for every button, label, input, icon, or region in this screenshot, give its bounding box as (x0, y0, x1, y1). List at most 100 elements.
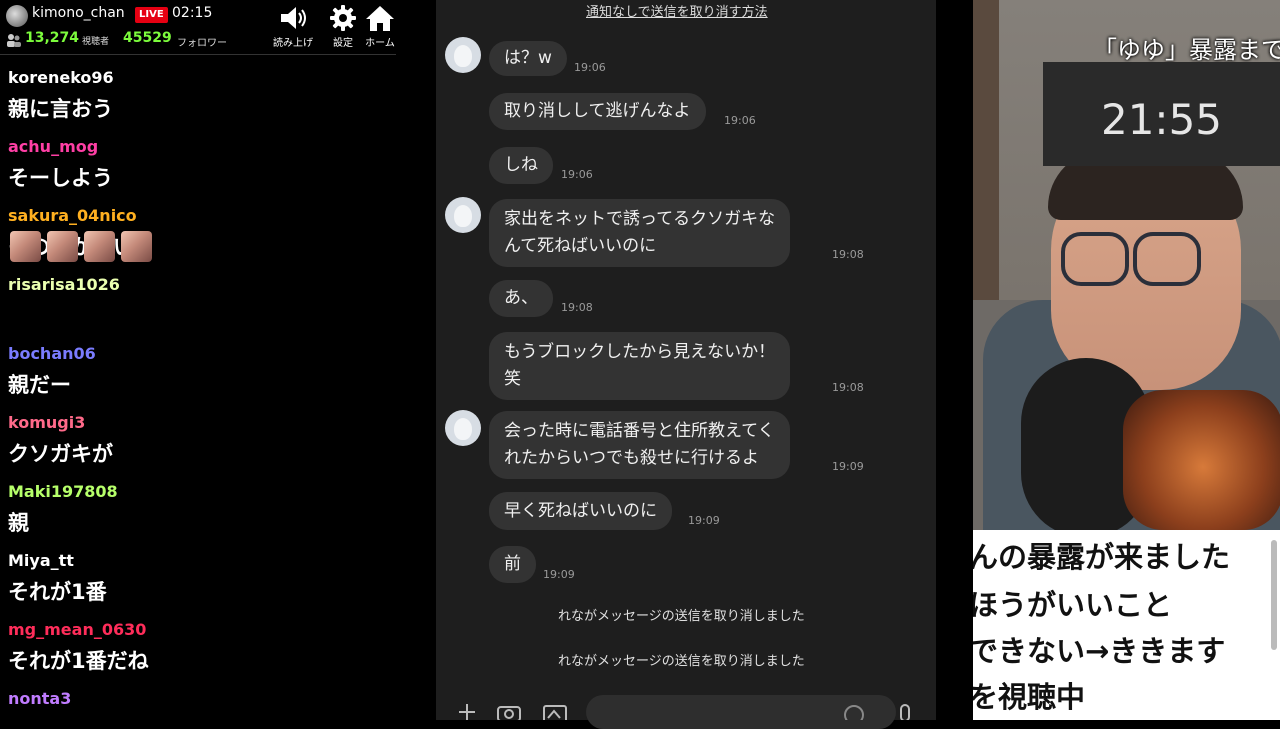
streamer-avatar[interactable] (6, 5, 28, 27)
message-time: 19:09 (688, 514, 720, 527)
caption-line: を視聴中 (973, 680, 1086, 714)
comment-item: mg_mean_0630 それが1番だね (0, 620, 396, 689)
comment-username[interactable]: sakura_04nico (8, 206, 137, 225)
message-time: 19:06 (724, 114, 756, 127)
system-message: れながメッセージの送信を取り消しました (558, 654, 805, 669)
message-line: 家出をネットで誘ってるクソガキな (504, 209, 776, 229)
camera-icon[interactable] (496, 702, 522, 720)
sender-avatar[interactable] (445, 410, 481, 446)
readout-button[interactable]: 読み上げ (267, 4, 319, 52)
comment-item: achu_mog そーしよう (0, 137, 396, 206)
message-line: 会った時に電話番号と住所教えてく (504, 421, 775, 441)
comment-text: それが1番だね (8, 649, 149, 673)
message-bubble[interactable]: しね (489, 147, 553, 184)
comment-text: そーしよう (8, 166, 113, 190)
message-bubble[interactable]: は？w (489, 41, 567, 76)
viewer-count: 13,274 (25, 30, 80, 46)
readout-label: 読み上げ (273, 38, 313, 49)
stamp-row (10, 231, 152, 262)
caption-panel: んの暴露が来ました ほうがいいこと できない→ききます を視聴中 (973, 530, 1280, 720)
comment-username[interactable]: achu_mog (8, 137, 98, 156)
comment-text: 親 (8, 511, 29, 535)
message-time: 19:09 (543, 568, 575, 581)
stream-header: kimono_chan LIVE 02:15 13,274 視聴者 45529 … (0, 0, 396, 55)
system-message: れながメッセージの送信を取り消しました (558, 609, 805, 624)
message-time: 19:06 (561, 168, 593, 181)
comment-text: 親に言おう (8, 97, 113, 121)
sender-avatar[interactable] (445, 37, 481, 73)
message-line: 笑 (504, 369, 521, 389)
message-bubble[interactable]: 家出をネットで誘ってるクソガキな んて死ねばいいのに (489, 199, 791, 267)
overlay-image (1123, 390, 1280, 530)
follower-label: フォロワー (177, 38, 227, 49)
stream-elapsed-time: 02:15 (172, 5, 213, 21)
message-bubble[interactable]: もうブロックしたから見えないか！ 笑 (489, 332, 791, 400)
streamer-name[interactable]: kimono_chan (32, 5, 125, 21)
comment-panel: kimono_chan LIVE 02:15 13,274 視聴者 45529 … (0, 0, 396, 720)
caption-scrollbar[interactable] (1271, 540, 1277, 650)
comment-username[interactable]: komugi3 (8, 413, 85, 432)
message-time: 19:08 (832, 248, 864, 261)
message-bubble[interactable]: 早く死ねばいいのに (489, 492, 672, 530)
message-bubble[interactable]: 取り消しして逃げんなよ (489, 93, 706, 130)
comment-username[interactable]: Maki197808 (8, 482, 118, 501)
caption-line: んの暴露が来ました (973, 540, 1231, 574)
home-icon (366, 6, 394, 31)
comment-item: koreneko96 親に言おう (0, 68, 396, 137)
comment-item: Miya_tt それが1番 (0, 551, 396, 620)
glasses (1061, 232, 1129, 286)
message-time: 19:09 (832, 460, 864, 473)
comment-text: クソガキが (8, 442, 113, 466)
message-time: 19:08 (832, 381, 864, 394)
comment-item: Maki197808 親 (0, 482, 396, 551)
message-line: もうブロックしたから見えないか！ (504, 342, 776, 362)
background-door (973, 0, 999, 300)
message-line: んて死ねばいいのに (504, 236, 657, 256)
countdown-title: 「ゆゆ」暴露まで (1093, 36, 1280, 64)
message-bubble[interactable]: 会った時に電話番号と住所教えてく れたからいつでも殺せに行けるよ (489, 411, 790, 479)
message-line: れたからいつでも殺せに行けるよ (504, 448, 759, 468)
comment-username[interactable]: risarisa1026 (8, 275, 120, 294)
glasses (1133, 232, 1201, 286)
caption-line: できない→ききます (973, 634, 1226, 668)
message-time: 19:06 (574, 61, 606, 74)
countdown-box: 21:55 (1043, 62, 1280, 166)
message-input-bar (436, 690, 936, 729)
caption-line: ほうがいいこと (973, 588, 1173, 622)
unsend-help-link[interactable]: 通知なしで送信を取り消す方法 (586, 1, 768, 20)
comment-item: bochan06 親だー (0, 344, 396, 413)
comment-list: koreneko96 親に言おう achu_mog そーしよう sakura_0… (0, 68, 396, 720)
comment-username[interactable]: nonta3 (8, 689, 71, 708)
line-chat-capture: 通知なしで送信を取り消す方法 は？w 19:06 取り消しして逃げんなよ 19:… (396, 0, 973, 729)
stamp-image (121, 231, 152, 262)
image-icon[interactable] (542, 702, 568, 720)
plus-icon[interactable] (456, 702, 478, 720)
comment-username[interactable]: Miya_tt (8, 551, 74, 570)
viewer-label: 視聴者 (82, 37, 110, 47)
home-label: ホーム (365, 38, 395, 49)
live-badge: LIVE (135, 7, 168, 23)
speaker-icon (281, 7, 306, 29)
comment-username[interactable]: mg_mean_0630 (8, 620, 146, 639)
message-bubble[interactable]: 前 (489, 546, 536, 583)
stamp-image (84, 231, 115, 262)
comment-item: nonta3 (0, 689, 396, 720)
message-bubble[interactable]: あ、 (489, 280, 553, 317)
viewers-icon (7, 34, 21, 47)
home-button[interactable]: ホーム (360, 4, 396, 52)
follower-count: 45529 (123, 30, 172, 46)
comment-item: risarisa1026 (0, 275, 396, 344)
comment-item: komugi3 クソガキが (0, 413, 396, 482)
sender-avatar[interactable] (445, 197, 481, 233)
gear-icon (330, 5, 356, 31)
comment-username[interactable]: bochan06 (8, 344, 96, 363)
countdown-timer: 21:55 (1100, 95, 1223, 144)
microphone-icon[interactable] (898, 704, 912, 720)
message-time: 19:08 (561, 301, 593, 314)
line-chat-window: 通知なしで送信を取り消す方法 は？w 19:06 取り消しして逃げんなよ 19:… (436, 0, 936, 720)
comment-username[interactable]: koreneko96 (8, 68, 114, 87)
comment-text: 親だー (8, 373, 71, 397)
comment-text: それが1番 (8, 580, 107, 604)
emoji-icon[interactable] (843, 704, 865, 720)
stamp-image (10, 231, 41, 262)
